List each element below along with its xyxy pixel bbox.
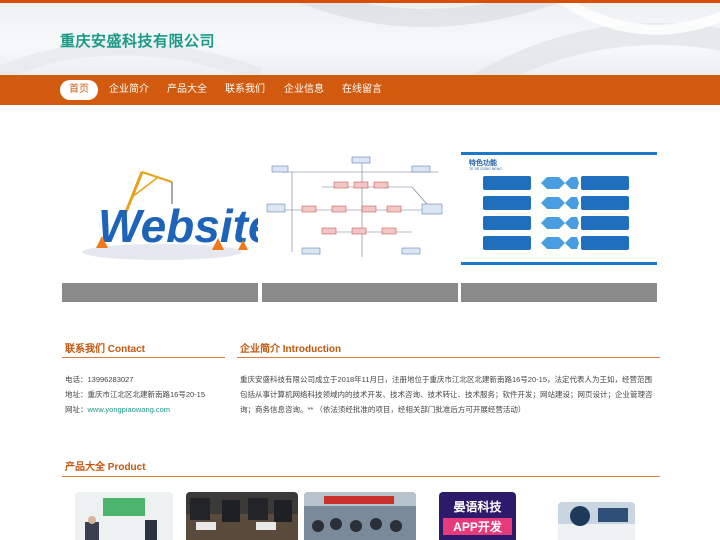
site-header: 重庆安盛科技有限公司 xyxy=(0,3,720,75)
website-label: 网址： xyxy=(65,405,88,414)
banner-features[interactable]: 特色功能 TE SE GONG NENG xyxy=(461,152,657,268)
product-thumb-5[interactable] xyxy=(558,502,635,540)
banner-website[interactable]: Website xyxy=(62,152,258,268)
banner-caption-bar-3 xyxy=(461,283,657,302)
product-thumb-3[interactable] xyxy=(304,492,416,540)
address-label: 地址： xyxy=(65,390,88,399)
intro-text: 重庆安盛科技有限公司成立于2018年11月日，注册地位于重庆市江北区北建新南路1… xyxy=(240,375,653,414)
nav-item-about[interactable]: 企业简介 xyxy=(106,80,152,100)
meeting-image xyxy=(186,492,298,540)
nav-item-info[interactable]: 企业信息 xyxy=(281,80,327,100)
contact-details: 电话：13996283027 地址：重庆市江北区北建新南路16号20-15 网址… xyxy=(65,372,225,417)
banner-caption-bar-2 xyxy=(262,283,458,302)
flowchart-illustration xyxy=(262,152,458,268)
contact-section-title: 联系我们 Contact xyxy=(65,344,145,355)
phone-label: 电话： xyxy=(65,375,88,384)
products-divider xyxy=(62,476,660,477)
thumb4-title: 晏语科技 xyxy=(453,500,502,514)
features-subtitle: TE SE GONG NENG xyxy=(469,167,502,171)
product-thumb-2[interactable] xyxy=(186,492,298,540)
contact-website-row: 网址：www.yongpiaowang.com xyxy=(65,402,225,417)
contact-divider xyxy=(62,357,225,358)
phone-value: 13996283027 xyxy=(87,375,134,384)
product-thumb-1[interactable] xyxy=(75,492,173,540)
banner-flowchart[interactable] xyxy=(262,152,458,268)
classroom-image xyxy=(75,492,173,540)
nav-item-contact[interactable]: 联系我们 xyxy=(222,80,268,100)
contact-phone-row: 电话：13996283027 xyxy=(65,372,225,387)
address-value: 重庆市江北区北建新南路16号20-15 xyxy=(87,390,206,399)
intro-section-title: 企业简介 Introduction xyxy=(240,344,342,355)
contact-address-row: 地址：重庆市江北区北建新南路16号20-15 xyxy=(65,387,225,402)
website-word: Website xyxy=(98,200,258,252)
main-nav: 首页 企业简介 产品大全 联系我们 企业信息 在线留言 xyxy=(0,75,720,105)
intro-divider xyxy=(237,357,660,358)
thumb4-subtitle: APP开发 xyxy=(443,518,512,535)
nav-item-message[interactable]: 在线留言 xyxy=(339,80,385,100)
conference-image xyxy=(304,492,416,540)
site-title[interactable]: 重庆安盛科技有限公司 xyxy=(60,30,215,51)
office-image xyxy=(558,502,635,540)
nav-item-home[interactable]: 首页 xyxy=(60,80,98,100)
nav-item-products[interactable]: 产品大全 xyxy=(164,80,210,100)
website-link[interactable]: www.yongpiaowang.com xyxy=(88,405,171,414)
products-section-title: 产品大全 Product xyxy=(65,462,146,473)
website-illustration: Website xyxy=(62,152,258,268)
product-thumb-4[interactable]: 晏语科技 APP开发 xyxy=(439,492,516,540)
banner-caption-bar-1 xyxy=(62,283,258,302)
